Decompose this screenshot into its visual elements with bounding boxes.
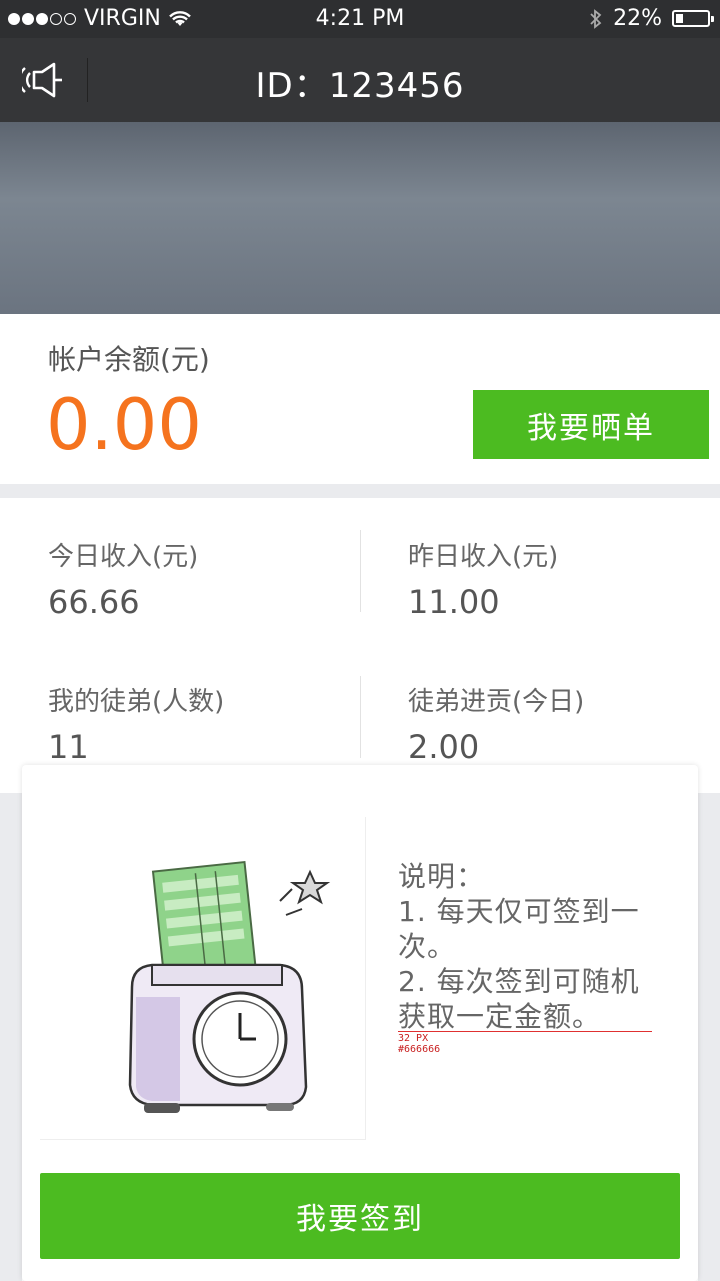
desc-line: 次。 <box>398 930 457 963</box>
status-right: 22% <box>589 6 714 31</box>
annotation-size: 32 PX <box>398 1033 429 1044</box>
illustration-box <box>40 817 366 1140</box>
desc-line: 2. 每次签到可随机 <box>398 965 640 998</box>
battery-percent: 22% <box>613 6 662 31</box>
balance-section: 帐户余额(元) 0.00 我要晒单 <box>0 314 720 484</box>
banner-image <box>0 122 720 314</box>
annotation-color: #666666 <box>398 1044 441 1055</box>
stats-section: 今日收入(元) 66.66 昨日收入(元) 11.00 我的徒弟(人数) 11 … <box>0 498 720 793</box>
stat-value: 2.00 <box>408 728 480 766</box>
stat-apprentices: 我的徒弟(人数) 11 <box>48 681 224 766</box>
stat-today-income: 今日收入(元) 66.66 <box>48 536 198 621</box>
stat-value: 11 <box>48 728 89 766</box>
time-clock-icon <box>128 860 331 1113</box>
checkin-dialog: 说明： 1. 每天仅可签到一 次。 2. 每次签到可随机 获取一定金额。 32 … <box>22 765 698 1281</box>
nav-bar: ID：123456 <box>0 38 720 122</box>
annotation-line <box>398 1031 652 1032</box>
stat-label: 昨日收入(元) <box>408 542 559 572</box>
checkin-description: 说明： 1. 每天仅可签到一 次。 2. 每次签到可随机 获取一定金额。 <box>398 859 668 1034</box>
battery-icon <box>672 10 714 27</box>
background-strip <box>0 793 22 1281</box>
desc-line: 1. 每天仅可签到一 <box>398 895 640 928</box>
stat-divider <box>360 530 361 612</box>
page-title: ID：123456 <box>255 66 465 106</box>
stat-divider <box>360 676 361 758</box>
desc-line: 说明： <box>398 860 486 893</box>
stat-label: 我的徒弟(人数) <box>48 687 225 717</box>
stat-label: 今日收入(元) <box>48 542 199 572</box>
stat-value: 66.66 <box>48 583 140 621</box>
section-separator <box>0 484 720 498</box>
stat-value: 11.00 <box>408 583 500 621</box>
desc-line: 获取一定金额。 <box>398 1000 602 1033</box>
background-strip <box>698 793 720 1281</box>
design-annotation: 32 PX #666666 <box>398 1033 440 1055</box>
checkin-button[interactable]: 我要签到 <box>40 1173 680 1259</box>
bluetooth-icon <box>590 8 602 29</box>
balance-amount: 0.00 <box>46 384 202 466</box>
stat-yesterday-income: 昨日收入(元) 11.00 <box>408 536 558 621</box>
share-order-button[interactable]: 我要晒单 <box>473 390 709 459</box>
balance-label: 帐户余额(元) <box>48 343 210 376</box>
stat-label: 徒弟进贡(今日) <box>408 687 585 717</box>
status-bar: VIRGIN 4:21 PM 22% <box>0 0 720 38</box>
stat-tribute: 徒弟进贡(今日) 2.00 <box>408 681 584 766</box>
